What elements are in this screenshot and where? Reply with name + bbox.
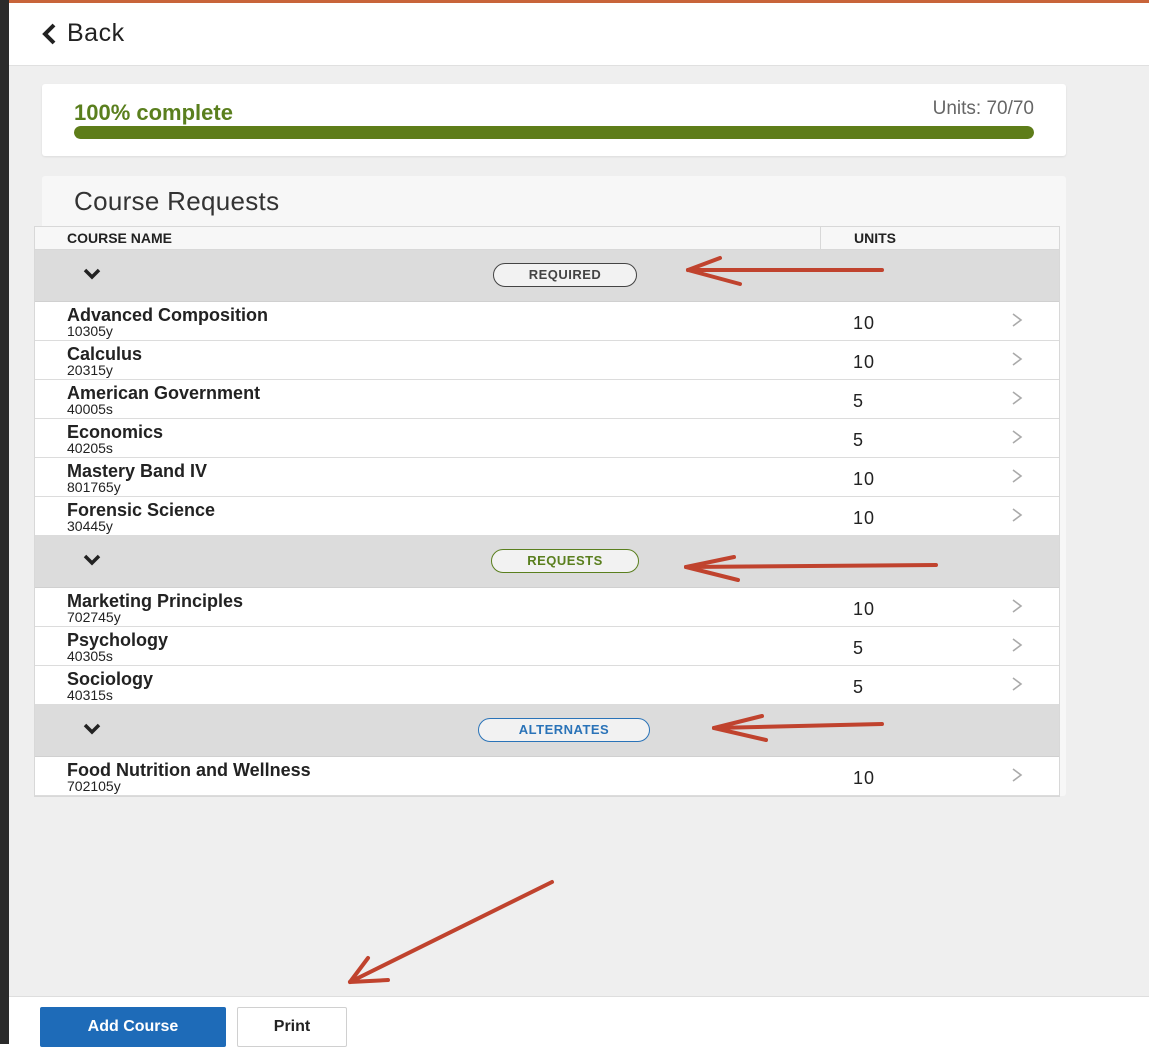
course-code: 40315s xyxy=(67,687,113,703)
table-row[interactable]: Forensic Science 30445y 10 xyxy=(35,497,1059,536)
group-header-required: REQUIRED xyxy=(35,250,1059,302)
column-header-units: UNITS xyxy=(820,227,896,249)
chevron-right-icon[interactable] xyxy=(1010,676,1024,692)
chevron-left-icon xyxy=(41,23,57,45)
table-header: COURSE NAME UNITS xyxy=(35,227,1059,250)
column-header-course-name: COURSE NAME xyxy=(67,230,173,246)
progress-card: 100% complete Units: 70/70 xyxy=(42,84,1066,156)
table-row[interactable]: Mastery Band IV 801765y 10 xyxy=(35,458,1059,497)
table-row[interactable]: Economics 40205s 5 xyxy=(35,419,1059,458)
course-requests-table: COURSE NAME UNITS REQUIRED Advanced Compo… xyxy=(34,226,1060,797)
course-code: 10305y xyxy=(67,323,113,339)
progress-label: 100% complete xyxy=(74,100,233,125)
footer-bar: Add Course Print xyxy=(9,996,1149,1047)
left-window-border xyxy=(0,0,9,1044)
table-row[interactable]: American Government 40005s 5 xyxy=(35,380,1059,419)
course-units: 5 xyxy=(853,430,865,450)
main-content: 100% complete Units: 70/70 Course Reques… xyxy=(9,66,1149,996)
course-code: 40205s xyxy=(67,440,113,456)
print-button[interactable]: Print xyxy=(237,1007,347,1047)
course-units: 5 xyxy=(853,391,865,411)
table-row[interactable]: Sociology 40315s 5 xyxy=(35,666,1059,705)
course-code: 702745y xyxy=(67,609,121,625)
chevron-right-icon[interactable] xyxy=(1010,390,1024,406)
table-row[interactable]: Advanced Composition 10305y 10 xyxy=(35,302,1059,341)
course-requests-card: Course Requests COURSE NAME UNITS REQUIR… xyxy=(34,176,1066,797)
group-badge: REQUIRED xyxy=(493,263,637,287)
course-units: 5 xyxy=(853,677,865,697)
course-code: 20315y xyxy=(67,362,113,378)
course-units: 10 xyxy=(853,768,876,788)
progress-bar-fill xyxy=(74,126,1034,139)
back-label: Back xyxy=(67,19,125,47)
course-units: 10 xyxy=(853,352,876,372)
table-row[interactable]: Marketing Principles 702745y 10 xyxy=(35,588,1059,627)
chevron-right-icon[interactable] xyxy=(1010,429,1024,445)
course-requests-title: Course Requests xyxy=(74,186,280,216)
chevron-right-icon[interactable] xyxy=(1010,468,1024,484)
group-header-alternates: ALTERNATES xyxy=(35,705,1059,757)
group-header-requests: REQUESTS xyxy=(35,536,1059,588)
course-code: 801765y xyxy=(67,479,121,495)
table-row[interactable]: Food Nutrition and Wellness 702105y 10 xyxy=(35,757,1059,796)
chevron-right-icon[interactable] xyxy=(1010,767,1024,783)
course-code: 702105y xyxy=(67,778,121,794)
course-units: 10 xyxy=(853,599,876,619)
chevron-down-icon[interactable] xyxy=(83,268,101,280)
chevron-right-icon[interactable] xyxy=(1010,598,1024,614)
chevron-right-icon[interactable] xyxy=(1010,637,1024,653)
chevron-down-icon[interactable] xyxy=(83,723,101,735)
course-code: 30445y xyxy=(67,518,113,534)
chevron-right-icon[interactable] xyxy=(1010,507,1024,523)
course-code: 40305s xyxy=(67,648,113,664)
course-units: 10 xyxy=(853,469,876,489)
table-row[interactable]: Psychology 40305s 5 xyxy=(35,627,1059,666)
chevron-right-icon[interactable] xyxy=(1010,351,1024,367)
chevron-right-icon[interactable] xyxy=(1010,312,1024,328)
add-course-button[interactable]: Add Course xyxy=(40,1007,226,1047)
table-row[interactable]: Calculus 20315y 10 xyxy=(35,341,1059,380)
course-code: 40005s xyxy=(67,401,113,417)
units-total-label: Units: 70/70 xyxy=(932,98,1034,119)
course-units: 10 xyxy=(853,313,876,333)
group-badge: ALTERNATES xyxy=(478,718,650,742)
chevron-down-icon[interactable] xyxy=(83,554,101,566)
page-header: Back xyxy=(9,3,1149,66)
course-units: 5 xyxy=(853,638,865,658)
progress-bar xyxy=(74,126,1034,139)
back-button[interactable]: Back xyxy=(41,19,125,48)
group-badge: REQUESTS xyxy=(491,549,639,573)
course-units: 10 xyxy=(853,508,876,528)
